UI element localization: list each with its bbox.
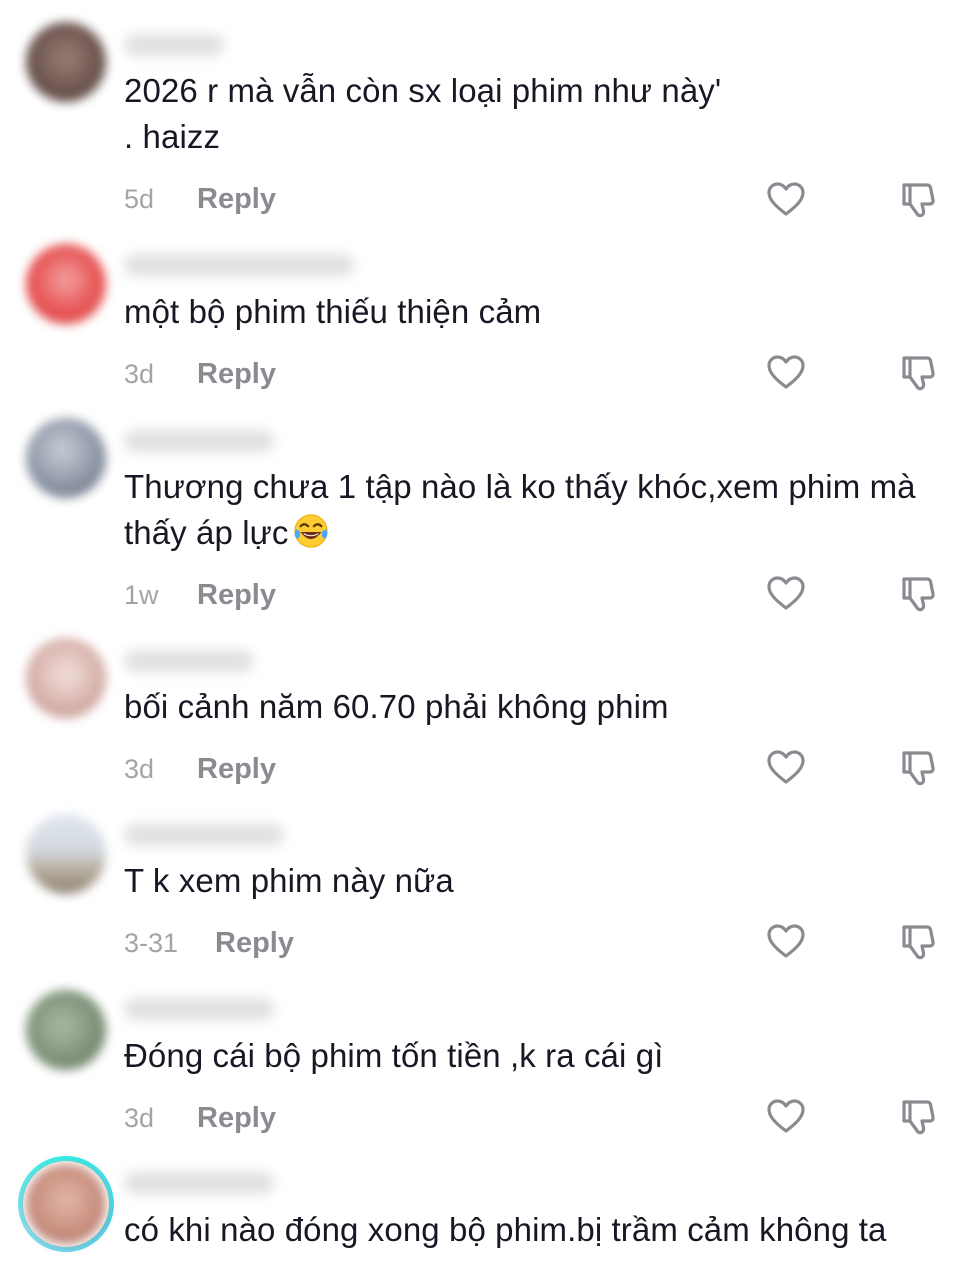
avatar[interactable] [26,418,106,498]
comment-text: bối cảnh năm 60.70 phải không phim [124,684,954,730]
comment-text-line: Đóng cái bộ phim tốn tiền ,k ra cái gì [124,1037,664,1074]
username-blurred[interactable] [124,254,354,276]
reply-button[interactable]: Reply [215,926,294,960]
username-blurred[interactable] [124,650,254,672]
reply-button[interactable]: Reply [197,752,276,786]
face-with-tears-of-joy-icon [294,514,329,548]
thumbs-down-outline-icon[interactable] [898,353,938,393]
heart-outline-icon[interactable] [766,1097,806,1137]
comment-text-line: T k xem phim này nữa [124,862,454,899]
comment-text-line: . haizz [124,118,221,155]
thumbs-down-outline-icon[interactable] [898,922,938,962]
thumbs-down-outline-icon[interactable] [898,1097,938,1137]
avatar[interactable] [26,990,106,1070]
comment-text-line: có khi nào đóng xong bộ phim.bị trầm cảm… [124,1211,887,1248]
heart-outline-icon[interactable] [766,748,806,788]
avatar[interactable] [26,638,106,718]
avatar[interactable] [26,1164,106,1244]
username-blurred[interactable] [124,34,224,56]
comment-text: Đóng cái bộ phim tốn tiền ,k ra cái gì [124,1033,954,1079]
comment-text-line: thấy áp lực [124,514,289,551]
heart-outline-icon[interactable] [766,353,806,393]
comment-time: 3d [124,359,155,389]
comment-time: 3d [124,754,155,784]
heart-outline-icon[interactable] [766,180,806,220]
thumbs-down-outline-icon[interactable] [898,180,938,220]
reply-button[interactable]: Reply [197,182,276,216]
avatar[interactable] [26,22,106,102]
comment-time: 1w [124,580,159,610]
comment-text-line-with-emoji: thấy áp lực [124,510,954,556]
username-blurred[interactable] [124,430,274,452]
comment-text: 2026 r mà vẫn còn sx loại phim như này' … [124,68,954,160]
username-blurred[interactable] [124,1172,274,1194]
heart-outline-icon[interactable] [766,922,806,962]
comment-text-line: một bộ phim thiếu thiện cảm [124,293,542,330]
comment-text: có khi nào đóng xong bộ phim.bị trầm cảm… [124,1207,954,1253]
thumbs-down-outline-icon[interactable] [898,748,938,788]
avatar[interactable] [26,244,106,324]
comment-text: T k xem phim này nữa [124,858,954,904]
comment-time: 3-31 [124,928,179,958]
username-blurred[interactable] [124,824,284,846]
reply-button[interactable]: Reply [197,578,276,612]
comment-text: Thương chưa 1 tập nào là ko thấy khóc,xe… [124,464,954,556]
reply-button[interactable]: Reply [197,357,276,391]
comment-text-line: 2026 r mà vẫn còn sx loại phim như này' [124,72,722,109]
heart-outline-icon[interactable] [766,574,806,614]
comment-time: 5d [124,184,155,214]
comment-text-line: bối cảnh năm 60.70 phải không phim [124,688,669,725]
avatar[interactable] [26,814,106,894]
comment-time: 3d [124,1103,155,1133]
thumbs-down-outline-icon[interactable] [898,574,938,614]
username-blurred[interactable] [124,998,274,1020]
comment-text-line: Thương chưa 1 tập nào là ko thấy khóc,xe… [124,468,916,505]
comment-text: một bộ phim thiếu thiện cảm [124,289,954,335]
reply-button[interactable]: Reply [197,1101,276,1135]
